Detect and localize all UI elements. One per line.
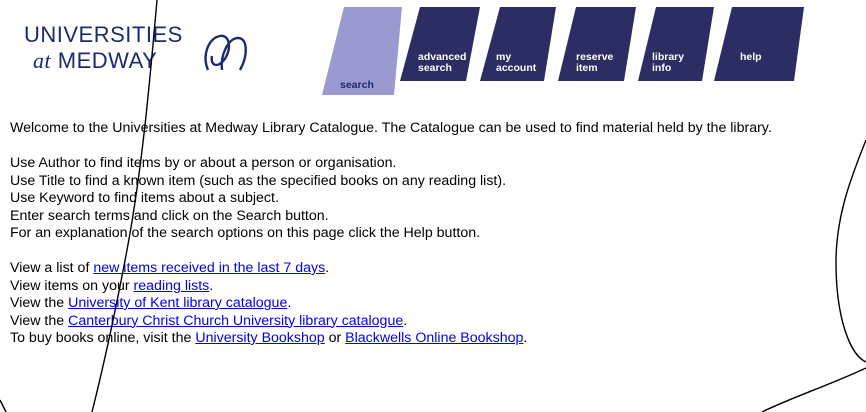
universities-at-medway-logo: UNIVERSITIES at MEDWAY: [22, 18, 252, 78]
ccc-catalogue-line: View the Canterbury Christ Church Univer…: [10, 313, 860, 331]
tab-advanced-search-label-2: search: [418, 62, 452, 74]
bookshop-middle: or: [324, 330, 346, 346]
tab-reserve-item-label-2: item: [576, 62, 598, 74]
logo-line-medway: at MEDWAY: [33, 48, 157, 74]
reading-lists-link[interactable]: reading lists: [134, 278, 210, 294]
tab-my-account-label-2: account: [496, 62, 537, 74]
kent-suffix: .: [287, 295, 292, 311]
tab-library-info-label-2: info: [652, 62, 672, 74]
reading-lists-suffix: .: [209, 277, 214, 294]
tab-library-info[interactable]: library info: [638, 7, 714, 95]
kent-prefix: View the: [10, 295, 69, 311]
new-items-prefix: View a list of: [10, 260, 94, 276]
logo-swirl-icon: [204, 34, 247, 71]
university-bookshop-link[interactable]: University Bookshop: [195, 330, 324, 346]
instruction-keyword: Use Keyword to find items about a subjec…: [10, 190, 279, 206]
logo-medway: MEDWAY: [57, 48, 158, 73]
ccc-catalogue-link[interactable]: Canterbury Christ Church University libr…: [68, 313, 403, 329]
ccc-suffix: .: [403, 312, 408, 329]
instruction-title: Use Title to find a known item (such as …: [10, 172, 507, 189]
tab-reserve-item[interactable]: reserve item: [558, 7, 636, 95]
ccc-prefix: View the: [10, 312, 69, 329]
tab-search-label: search: [340, 79, 374, 91]
reading-lists-prefix: View items on your: [10, 277, 134, 294]
annotation-stroke-bottom-right: [761, 367, 866, 412]
instruction-search: Enter search terms and click on the Sear…: [10, 207, 329, 224]
bookshop-prefix: To buy books online, visit the: [10, 330, 196, 346]
welcome-text: Welcome to the Universities at Medway Li…: [10, 120, 772, 136]
main-navigation-tabs: search advanced search my account reserv…: [322, 7, 862, 95]
new-items-line: View a list of new items received in the…: [10, 260, 860, 278]
logo-at: at: [33, 48, 52, 73]
logo-line-universities: UNIVERSITIES: [24, 22, 183, 47]
tab-help-label: help: [740, 51, 762, 63]
tab-my-account[interactable]: my account: [480, 7, 556, 95]
blackwells-bookshop-link[interactable]: Blackwells Online Bookshop: [345, 330, 523, 346]
kent-catalogue-link[interactable]: University of Kent library catalogue: [68, 295, 287, 311]
tab-my-account-shape: [480, 7, 556, 81]
new-items-link[interactable]: new items received in the last 7 days: [93, 260, 325, 276]
new-items-suffix: .: [325, 260, 330, 276]
bookshop-line: To buy books online, visit the Universit…: [10, 330, 860, 348]
tab-advanced-search[interactable]: advanced search: [400, 7, 480, 95]
reading-lists-line: View items on your reading lists.: [10, 278, 860, 296]
instruction-help: For an explanation of the search options…: [10, 225, 481, 241]
annotation-stroke-corner: [0, 399, 7, 412]
kent-catalogue-line: View the University of Kent library cata…: [10, 295, 860, 313]
catalogue-intro-content: Welcome to the Universities at Medway Li…: [10, 120, 860, 348]
tab-search[interactable]: search: [322, 7, 402, 95]
tab-help[interactable]: help: [714, 7, 804, 95]
bookshop-suffix: .: [523, 330, 528, 346]
instruction-author: Use Author to find items by or about a p…: [10, 155, 397, 171]
